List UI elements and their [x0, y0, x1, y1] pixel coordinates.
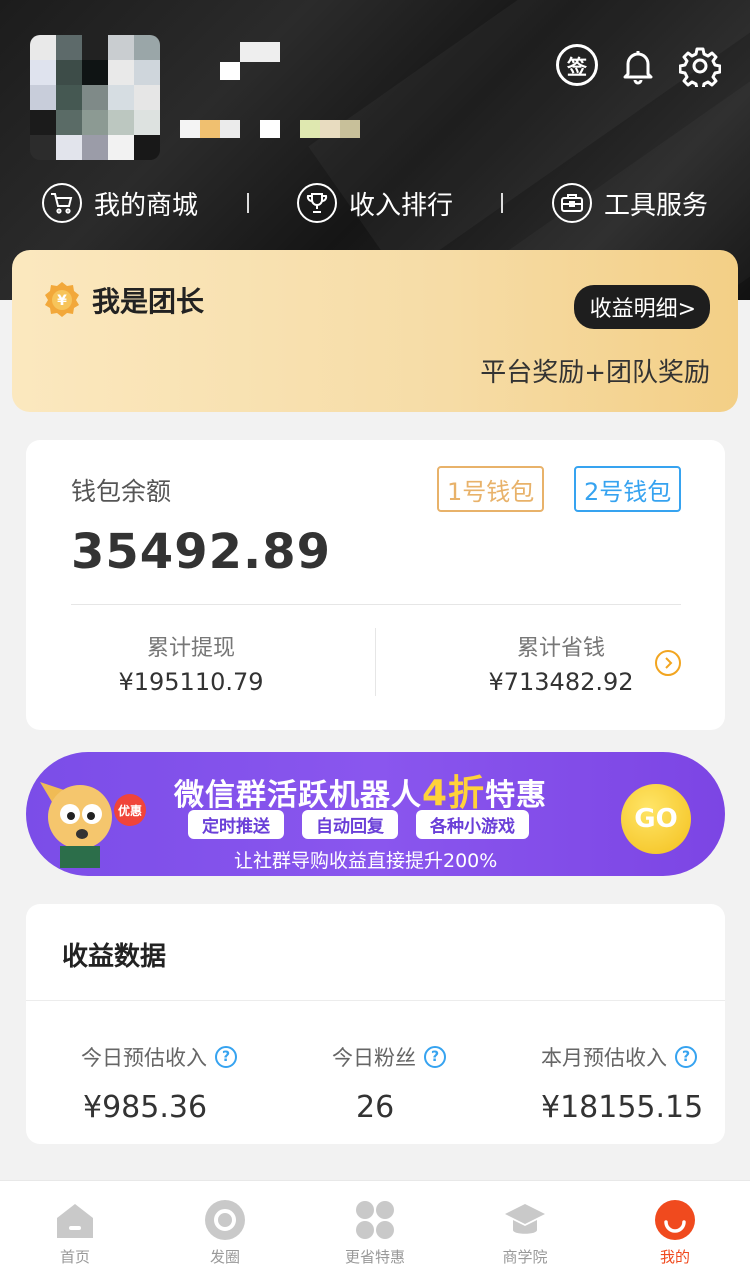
- wallet-2-button[interactable]: 2号钱包: [574, 466, 682, 512]
- tab-academy-label: 商学院: [502, 1247, 548, 1266]
- total-withdraw[interactable]: 累计提现 ¥195110.79: [116, 630, 266, 696]
- income-ranking-link[interactable]: 收入排行: [296, 183, 453, 223]
- total-withdraw-value: ¥195110.79: [118, 668, 264, 696]
- banner-tag: 定时推送: [188, 810, 284, 839]
- divider: [26, 1000, 725, 1001]
- leader-subtitle: 平台奖励+团队奖励: [480, 358, 710, 388]
- avatar[interactable]: [30, 35, 160, 160]
- tab-deals-label: 更省特惠: [344, 1247, 405, 1266]
- month-income-value: ¥18155.15: [541, 1090, 704, 1125]
- promo-banner[interactable]: 优惠 微信群活跃机器人4折特惠 定时推送 自动回复 各种小游戏 让社群导购收益直…: [26, 752, 725, 876]
- sign-in-icon[interactable]: 签: [556, 44, 598, 86]
- header-actions: 签: [556, 44, 722, 88]
- username-pixelated: [180, 40, 360, 138]
- tool-service-label: 工具服务: [603, 190, 708, 221]
- banner-title: 微信群活跃机器人4折特惠: [174, 764, 547, 816]
- income-ranking-label: 收入排行: [348, 190, 453, 221]
- earnings-title: 收益数据: [62, 942, 167, 972]
- earnings-card: 收益数据 今日预估收入? ¥985.36 今日粉丝? 26 本月预估收入? ¥1…: [26, 904, 725, 1144]
- toolbox-icon: [551, 183, 592, 223]
- help-icon[interactable]: ?: [675, 1046, 697, 1068]
- team-leader-card[interactable]: ¥ 我是团长 收益明细> 平台奖励+团队奖励: [12, 250, 738, 412]
- banner-tag: 自动回复: [302, 810, 398, 839]
- tool-service-link[interactable]: 工具服务: [551, 183, 708, 223]
- leader-title: ¥ 我是团长: [42, 280, 204, 320]
- home-icon: [57, 1203, 93, 1238]
- grid-icon: [356, 1200, 394, 1239]
- banner-subtitle: 让社群导购收益直接提升200%: [234, 850, 498, 872]
- graduation-cap-icon: [505, 1203, 545, 1234]
- my-mall-link[interactable]: 我的商城: [42, 183, 198, 223]
- earnings-detail-button[interactable]: 收益明细>: [573, 285, 710, 329]
- month-income: 本月预估收入? ¥18155.15: [541, 1042, 703, 1125]
- trophy-icon: [296, 183, 337, 223]
- today-income: 今日预估收入? ¥985.36: [81, 1042, 237, 1125]
- cat-mascot-icon: 优惠: [40, 782, 146, 868]
- today-fans-value: 26: [356, 1090, 395, 1125]
- tab-mine[interactable]: 我的: [605, 1198, 745, 1267]
- banner-title-part2: 特惠: [485, 778, 548, 813]
- help-icon[interactable]: ?: [215, 1046, 237, 1068]
- circle-icon: [205, 1199, 245, 1240]
- bottom-tab-bar: 首页 发圈 更省特惠 商学院 我的: [0, 1180, 750, 1283]
- quick-nav: 我的商城 收入排行 工具服务: [0, 175, 750, 231]
- total-saved-value: ¥713482.92: [488, 668, 634, 696]
- divider: [501, 193, 504, 213]
- profile-icon: [655, 1199, 695, 1240]
- tab-moments[interactable]: 发圈: [155, 1198, 295, 1267]
- banner-tags: 定时推送 自动回复 各种小游戏: [188, 810, 529, 839]
- medal-symbol: ¥: [57, 293, 67, 309]
- tab-moments-label: 发圈: [209, 1247, 240, 1266]
- divider: [71, 604, 681, 605]
- leader-title-text: 我是团长: [92, 285, 205, 318]
- tab-deals[interactable]: 更省特惠: [305, 1198, 445, 1267]
- total-withdraw-label: 累计提现: [146, 636, 235, 661]
- today-income-label: 今日预估收入: [81, 1046, 207, 1070]
- divider: [246, 193, 249, 213]
- go-button[interactable]: GO: [621, 784, 691, 854]
- today-fans: 今日粉丝? 26: [332, 1042, 446, 1125]
- chevron-right-icon[interactable]: [654, 649, 682, 677]
- mascot-badge-text: 优惠: [118, 803, 142, 818]
- tab-home[interactable]: 首页: [5, 1198, 145, 1267]
- wallet-card: 钱包余额 1号钱包 2号钱包 35492.89 累计提现 ¥195110.79 …: [26, 440, 725, 730]
- medal-icon: ¥: [45, 282, 79, 317]
- banner-tag: 各种小游戏: [416, 810, 529, 839]
- today-income-value: ¥985.36: [83, 1090, 208, 1125]
- help-icon[interactable]: ?: [424, 1046, 446, 1068]
- gear-icon[interactable]: [678, 44, 722, 88]
- wallet-balance-label: 钱包余额: [71, 477, 172, 506]
- bell-icon[interactable]: [616, 44, 660, 88]
- wallet-1-button[interactable]: 1号钱包: [437, 466, 545, 512]
- wallet-balance-value: 35492.89: [71, 524, 332, 580]
- tab-home-label: 首页: [59, 1247, 90, 1266]
- banner-title-highlight: 4折: [422, 773, 486, 814]
- month-income-label: 本月预估收入: [541, 1046, 667, 1070]
- my-mall-label: 我的商城: [94, 190, 199, 221]
- total-saved[interactable]: 累计省钱 ¥713482.92: [481, 630, 641, 696]
- tab-mine-label: 我的: [659, 1247, 690, 1266]
- total-saved-label: 累计省钱: [516, 636, 605, 661]
- cart-icon: [42, 183, 82, 223]
- divider: [375, 628, 376, 696]
- tab-academy[interactable]: 商学院: [455, 1198, 595, 1267]
- banner-title-part1: 微信群活跃机器人: [174, 778, 422, 813]
- today-fans-label: 今日粉丝: [332, 1046, 416, 1070]
